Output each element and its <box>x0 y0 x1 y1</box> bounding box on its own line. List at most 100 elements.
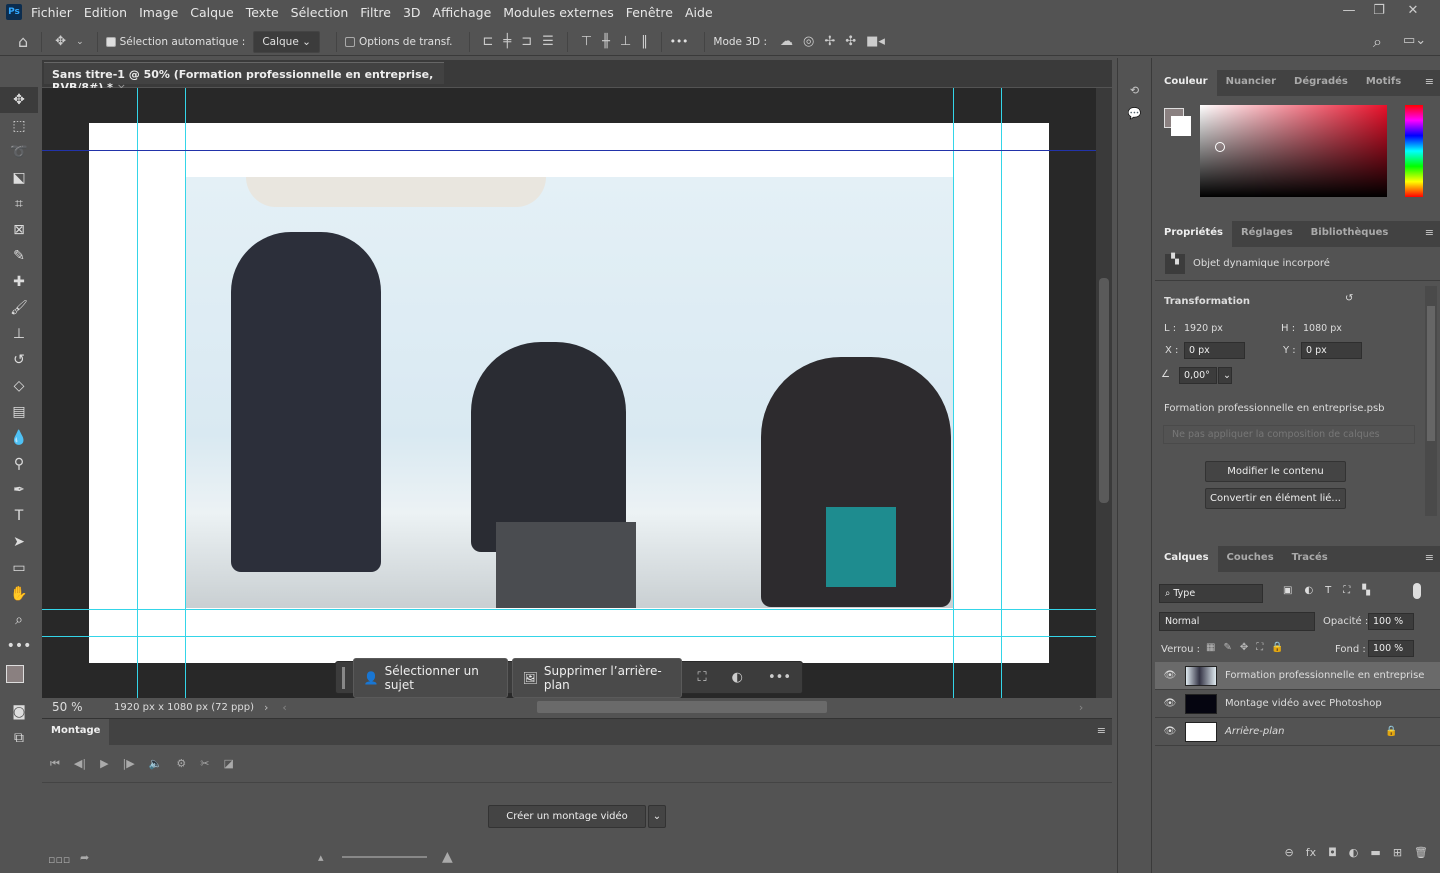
align-right-icon[interactable]: ⊐ <box>521 34 532 49</box>
properties-scrollbar[interactable] <box>1425 286 1437 516</box>
filter-icons[interactable]: ▣◐T⛶▚ <box>1283 585 1382 596</box>
status-arrow-icon[interactable]: › <box>264 701 268 714</box>
render-icon[interactable]: ➦ <box>80 851 89 864</box>
tab-traces[interactable]: Tracés <box>1283 546 1337 572</box>
fx-icon[interactable]: fx <box>1306 846 1316 859</box>
layer-comp-select[interactable]: Ne pas appliquer la composition de calqu… <box>1163 425 1415 444</box>
menu-calque[interactable]: Calque <box>190 5 233 20</box>
move-tool-icon[interactable]: ✥ <box>55 34 66 49</box>
transform-options-checkbox[interactable]: Options de transf. <box>344 36 453 48</box>
screen-mode-icon[interactable]: ⧉ <box>0 725 38 751</box>
remove-background-button[interactable]: 🖼 Supprimer l’arrière-plan <box>511 657 682 698</box>
transform-icon[interactable]: ⛶ <box>698 670 707 685</box>
visibility-eye-icon[interactable]: 👁 <box>1155 698 1185 709</box>
healing-tool[interactable]: ✚ <box>0 269 38 295</box>
path-select-tool[interactable]: ➤ <box>0 529 38 555</box>
create-video-button[interactable]: Créer un montage vidéo <box>488 805 646 828</box>
eyedropper-tool[interactable]: ✎ <box>0 243 38 269</box>
angle-field[interactable]: 0,00° <box>1179 367 1217 384</box>
frames-icon[interactable]: ▫▫▫ <box>48 853 70 866</box>
mask-icon[interactable]: ◘ <box>1328 846 1337 859</box>
group-icon[interactable]: ▬ <box>1370 846 1380 859</box>
tab-proprietes[interactable]: Propriétés <box>1155 221 1232 247</box>
timeline-zoom-slider[interactable] <box>342 856 427 858</box>
trash-icon[interactable]: 🗑 <box>1414 846 1428 859</box>
first-frame-icon[interactable]: ⏮ <box>50 757 60 771</box>
quick-mask-icon[interactable]: ◙ <box>0 699 38 725</box>
panel-menu-icon[interactable]: ≡ <box>1419 221 1440 247</box>
3d-pan-icon[interactable]: ✢ <box>824 34 835 49</box>
zoom-in-icon[interactable]: ▲ <box>442 849 453 865</box>
canvas-area[interactable] <box>42 88 1096 698</box>
lasso-tool[interactable]: ➰ <box>0 139 38 165</box>
visibility-eye-icon[interactable]: 👁 <box>1155 726 1185 737</box>
search-icon[interactable]: ⌕ <box>1373 32 1382 52</box>
color-picker-field[interactable] <box>1200 105 1387 197</box>
menu-modules[interactable]: Modules externes <box>503 5 613 20</box>
align-bottom-icon[interactable]: ⊥ <box>620 34 631 49</box>
drag-handle[interactable] <box>342 666 345 689</box>
distribute-vertical-icon[interactable]: ‖ <box>641 34 648 49</box>
document-tab[interactable]: Sans titre-1 @ 50% (Formation profession… <box>44 62 444 94</box>
tab-montage[interactable]: Montage <box>42 719 110 745</box>
tab-couleur[interactable]: Couleur <box>1155 70 1217 96</box>
zoom-out-icon[interactable]: ▴ <box>318 851 324 864</box>
color-swatches[interactable] <box>0 659 38 699</box>
horizontal-scrollbar[interactable] <box>536 701 827 713</box>
tab-reglages[interactable]: Réglages <box>1232 221 1302 247</box>
menu-fenetre[interactable]: Fenêtre <box>626 5 673 20</box>
comments-icon[interactable]: 💬 <box>1118 97 1151 120</box>
opacity-field[interactable]: 100 % <box>1368 613 1414 630</box>
x-field[interactable]: 0 px <box>1184 342 1245 359</box>
history-brush-tool[interactable]: ↺ <box>0 347 38 373</box>
3d-orbit-icon[interactable]: ☁ <box>780 34 793 49</box>
distribute-icon[interactable]: ☰ <box>542 34 554 49</box>
panel-menu-icon[interactable]: ≡ <box>1091 719 1112 745</box>
more-options-button[interactable]: ••• <box>670 36 689 48</box>
convert-linked-button[interactable]: Convertir en élément lié... <box>1205 488 1346 509</box>
transition-icon[interactable]: ◪ <box>224 757 234 770</box>
fill-field[interactable]: 100 % <box>1368 640 1414 657</box>
foreground-color[interactable] <box>6 665 24 683</box>
color-picker-cursor[interactable] <box>1215 142 1225 152</box>
menu-edition[interactable]: Edition <box>84 5 127 20</box>
vertical-scrollbar[interactable] <box>1096 88 1112 698</box>
play-icon[interactable]: ▶ <box>100 757 108 770</box>
more-tools[interactable]: ••• <box>0 633 38 659</box>
hand-tool[interactable]: ✋ <box>0 581 38 607</box>
more-button[interactable]: ••• <box>768 670 791 685</box>
hue-slider[interactable] <box>1405 105 1423 197</box>
stamp-tool[interactable]: ⊥ <box>0 321 38 347</box>
close-button[interactable]: ✕ <box>1396 0 1430 22</box>
guide-horizontal[interactable] <box>42 609 1096 610</box>
scroll-left-icon[interactable]: ‹ <box>282 701 286 714</box>
guide-vertical[interactable] <box>137 88 138 698</box>
reset-transform-icon[interactable]: ↺ <box>1345 293 1353 304</box>
smart-object-image[interactable] <box>186 177 953 608</box>
3d-roll-icon[interactable]: ◎ <box>803 34 814 49</box>
lock-icons[interactable]: ▦✎✥⛶🔒 <box>1206 642 1292 653</box>
menu-image[interactable]: Image <box>139 5 178 20</box>
auto-select-checkbox[interactable]: Sélection automatique : <box>105 36 245 48</box>
scroll-right-icon[interactable]: › <box>1079 701 1083 714</box>
background-swatch[interactable] <box>1171 116 1191 136</box>
blend-mode-select[interactable]: Normal <box>1159 612 1315 631</box>
target-select[interactable]: Calque ⌄ <box>253 30 320 53</box>
guide-horizontal[interactable] <box>42 636 1096 637</box>
tab-nuancier[interactable]: Nuancier <box>1217 70 1285 96</box>
guide-vertical[interactable] <box>1001 88 1002 698</box>
menu-texte[interactable]: Texte <box>246 5 279 20</box>
create-options-dropdown[interactable]: ⌄ <box>648 805 666 828</box>
audio-icon[interactable]: 🔈 <box>149 757 163 770</box>
layer-filter-select[interactable]: ⌕ Type <box>1159 584 1263 603</box>
guide-horizontal[interactable] <box>42 150 1096 151</box>
zoom-level[interactable]: 50 % <box>52 700 112 714</box>
align-left-icon[interactable]: ⊏ <box>483 34 494 49</box>
tab-degrades[interactable]: Dégradés <box>1285 70 1357 96</box>
dodge-tool[interactable]: ⚲ <box>0 451 38 477</box>
eraser-tool[interactable]: ◇ <box>0 373 38 399</box>
pen-tool[interactable]: ✒ <box>0 477 38 503</box>
3d-slide-icon[interactable]: ✣ <box>845 34 856 49</box>
visibility-eye-icon[interactable]: 👁 <box>1155 670 1185 681</box>
link-icon[interactable]: ⊖ <box>1284 846 1293 859</box>
